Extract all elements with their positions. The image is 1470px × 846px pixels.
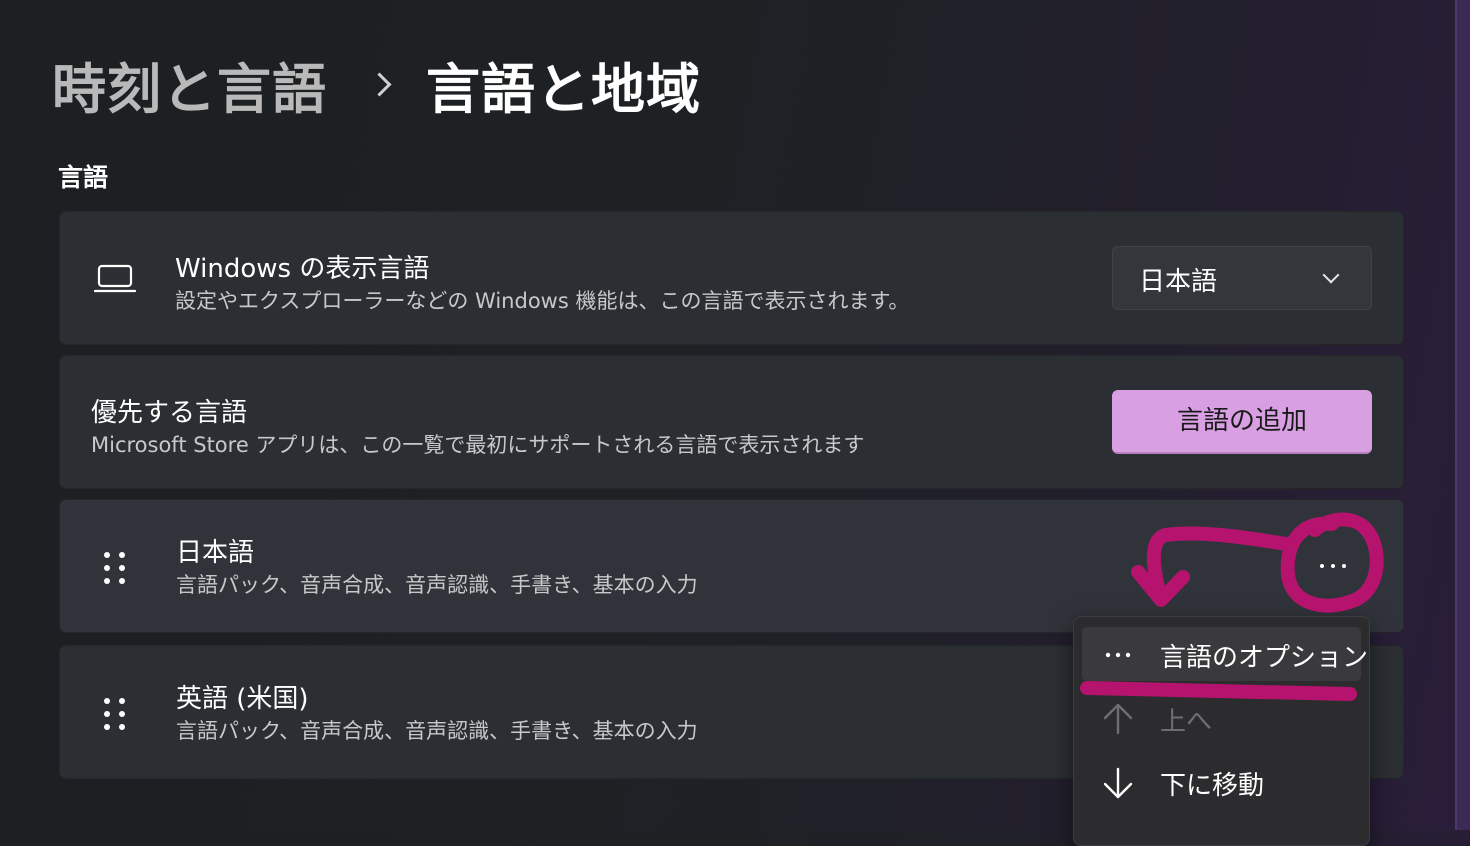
laptop-icon	[94, 264, 136, 293]
breadcrumb: 時刻と言語 言語と地域	[52, 44, 701, 124]
add-language-button[interactable]: 言語の追加	[1112, 390, 1372, 454]
menu-item-label: 上へ	[1160, 707, 1213, 737]
breadcrumb-chevron-icon	[367, 71, 392, 97]
display-language-selected: 日本語	[1139, 267, 1218, 297]
page-title: 言語と地域	[426, 57, 701, 121]
menu-item-label: 言語のオプション	[1160, 643, 1369, 673]
chevron-down-icon	[1322, 266, 1340, 284]
menu-item-language-options[interactable]: 言語のオプション	[1082, 627, 1368, 681]
display-language-title: Windows の表示言語	[175, 254, 430, 284]
section-title: 言語	[58, 163, 109, 192]
preferred-languages-description: Microsoft Store アプリは、この一覧で最初にサポートされる言語で表…	[91, 433, 865, 457]
drag-handle-icon[interactable]	[104, 698, 128, 732]
language-name: 英語 (米国)	[176, 684, 309, 714]
drag-handle-icon[interactable]	[104, 552, 128, 586]
preferred-languages-title: 優先する言語	[91, 398, 248, 428]
more-options-button[interactable]	[1298, 538, 1368, 594]
language-features: 言語パック、音声合成、音声認識、手書き、基本の入力	[176, 719, 698, 743]
display-language-dropdown[interactable]: 日本語	[1112, 246, 1372, 310]
language-features: 言語パック、音声合成、音声認識、手書き、基本の入力	[176, 573, 698, 597]
arrow-down-icon	[1103, 767, 1133, 799]
display-language-description: 設定やエクスプローラーなどの Windows 機能は、この言語で表示されます。	[175, 289, 910, 313]
display-language-card: Windows の表示言語 設定やエクスプローラーなどの Windows 機能は…	[59, 211, 1404, 345]
menu-item-move-up[interactable]: 上へ	[1082, 691, 1361, 745]
menu-item-move-down[interactable]: 下に移動	[1082, 755, 1361, 809]
breadcrumb-parent[interactable]: 時刻と言語	[52, 45, 327, 124]
menu-item-label: 下に移動	[1160, 771, 1265, 801]
arrow-up-icon	[1103, 703, 1133, 735]
language-item-japanese[interactable]: 日本語 言語パック、音声合成、音声認識、手書き、基本の入力	[59, 499, 1404, 633]
language-name: 日本語	[176, 538, 255, 568]
window-edge	[1455, 0, 1470, 830]
preferred-languages-card: 優先する言語 Microsoft Store アプリは、この一覧で最初にサポート…	[59, 355, 1404, 489]
language-context-menu: 言語のオプション 上へ 下に移動	[1073, 616, 1370, 846]
more-icon	[1105, 652, 1131, 658]
